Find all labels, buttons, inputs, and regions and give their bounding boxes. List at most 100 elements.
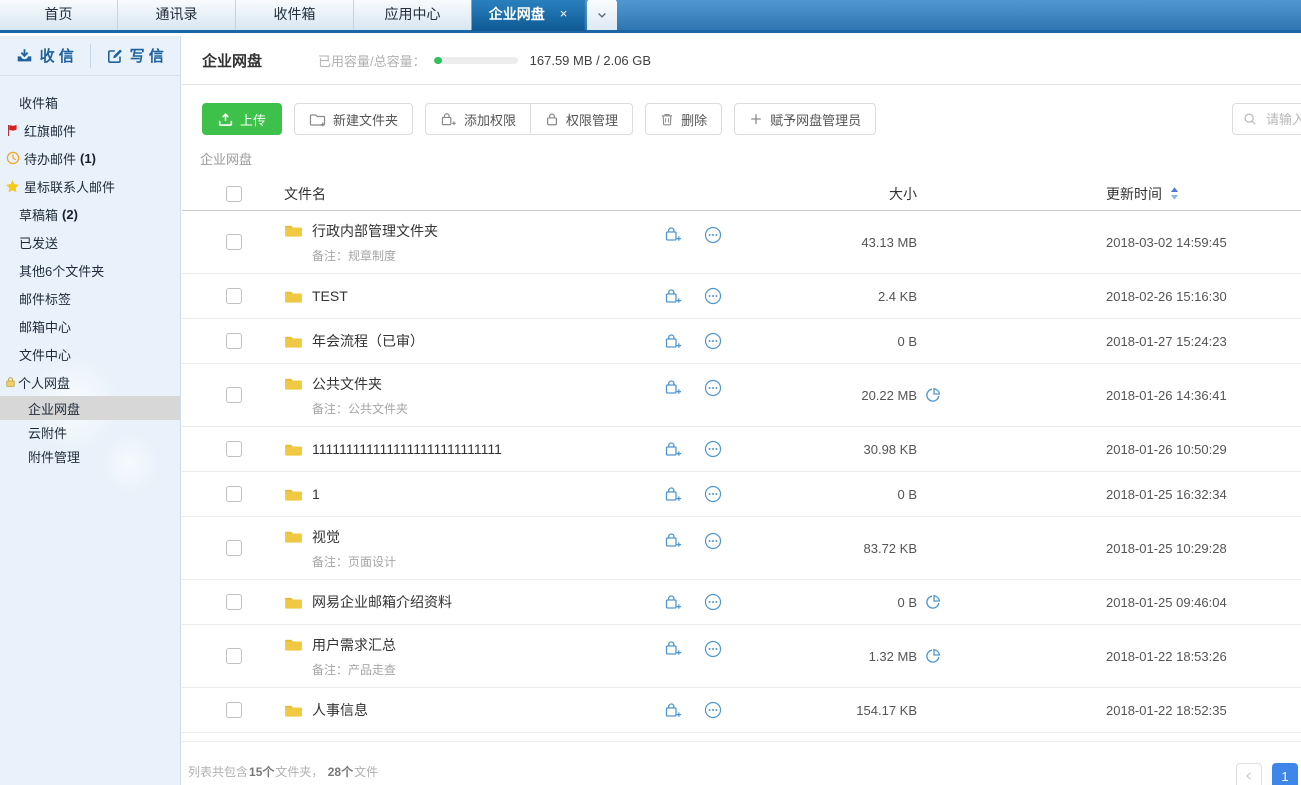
table-cell (182, 288, 284, 304)
more-icon[interactable] (704, 226, 722, 244)
tab-list-button[interactable] (587, 0, 617, 30)
column-name[interactable]: 文件名 (284, 184, 664, 204)
tab-close-icon[interactable]: × (560, 7, 568, 20)
sidebar-item[interactable]: 邮箱中心 (0, 312, 180, 340)
sidebar-item[interactable]: 企业网盘 (0, 396, 180, 420)
table-row[interactable]: 视觉备注：页面设计83.72 KB2018-01-25 10:29:28 (182, 517, 1301, 580)
lock-plus-blue-icon[interactable] (664, 333, 682, 350)
pie-icon[interactable] (925, 387, 941, 403)
lock-plus-blue-icon[interactable] (664, 288, 682, 305)
row-checkbox[interactable] (226, 234, 242, 250)
more-icon[interactable] (704, 379, 722, 397)
breadcrumb[interactable]: 企业网盘 (200, 149, 1301, 168)
more-icon[interactable] (704, 332, 722, 350)
table-cell: 1 (284, 486, 664, 502)
column-size[interactable]: 大小 (744, 184, 917, 204)
more-icon[interactable] (704, 593, 722, 611)
add-permission-button[interactable]: 添加权限 (425, 103, 530, 135)
more-icon[interactable] (704, 287, 722, 305)
file-name[interactable]: 1111111111111111111111111111 (312, 441, 502, 457)
table-row[interactable]: 111111111111111111111111111130.98 KB2018… (182, 427, 1301, 472)
delete-button[interactable]: 删除 (645, 103, 722, 135)
sidebar-item[interactable]: 附件管理 (0, 444, 180, 468)
receive-mail-button[interactable]: 收 信 (0, 36, 90, 75)
row-checkbox[interactable] (226, 486, 242, 502)
lock-plus-blue-icon[interactable] (664, 486, 682, 503)
sidebar-item[interactable]: 个人网盘 (0, 368, 180, 396)
table-row[interactable]: 10 B2018-01-25 16:32:34 (182, 472, 1301, 517)
row-checkbox[interactable] (226, 288, 242, 304)
file-name[interactable]: 公共文件夹 (312, 374, 382, 394)
file-name[interactable]: 年会流程（已审） (312, 331, 424, 351)
row-checkbox[interactable] (226, 702, 242, 718)
sidebar-item[interactable]: 邮件标签 (0, 284, 180, 312)
row-checkbox[interactable] (226, 333, 242, 349)
table-row[interactable]: 年会流程（已审）0 B2018-01-27 15:24:23 (182, 319, 1301, 364)
table-row[interactable]: 行政内部管理文件夹备注：规章制度43.13 MB2018-03-02 14:59… (182, 211, 1301, 274)
tab-active[interactable]: 企业网盘× (472, 0, 584, 30)
lock-plus-blue-icon[interactable] (664, 594, 682, 611)
lock-plus-blue-icon[interactable] (664, 702, 682, 719)
upload-button[interactable]: 上传 (202, 103, 282, 135)
row-checkbox[interactable] (226, 387, 242, 403)
sidebar-item[interactable]: 已发送 (0, 228, 180, 256)
more-icon[interactable] (704, 532, 722, 550)
prev-page-button[interactable] (1236, 763, 1262, 785)
lock-plus-blue-icon[interactable] (664, 532, 682, 549)
page-1-button[interactable]: 1 (1272, 763, 1298, 785)
sort-icon[interactable] (1169, 186, 1180, 201)
pie-icon[interactable] (925, 594, 941, 610)
row-checkbox[interactable] (226, 441, 242, 457)
table-row[interactable]: TEST2.4 KB2018-02-26 15:16:30 (182, 274, 1301, 319)
row-checkbox[interactable] (226, 594, 242, 610)
sidebar-item[interactable]: 星标联系人邮件 (0, 172, 180, 200)
tab[interactable]: 通讯录 (118, 0, 236, 30)
row-checkbox[interactable] (226, 648, 242, 664)
row-checkbox[interactable] (226, 540, 242, 556)
table-cell: 2018-01-26 10:50:29 (947, 442, 1301, 457)
search-input[interactable] (1264, 111, 1301, 128)
file-name[interactable]: 视觉 (312, 527, 340, 547)
sidebar-item[interactable]: 云附件 (0, 420, 180, 444)
sidebar-item[interactable]: 文件中心 (0, 340, 180, 368)
tab[interactable]: 收件箱 (236, 0, 354, 30)
file-name[interactable]: 1 (312, 486, 320, 502)
column-time[interactable]: 更新时间 (947, 184, 1301, 204)
file-name[interactable]: 人事信息 (312, 700, 368, 720)
sidebar-item[interactable]: 其他6个文件夹 (0, 256, 180, 284)
manage-permission-button[interactable]: 权限管理 (530, 103, 633, 135)
table-row[interactable]: 网易企业邮箱介绍资料0 B2018-01-25 09:46:04 (182, 580, 1301, 625)
page-title: 企业网盘 (202, 50, 262, 71)
sidebar-item[interactable]: 草稿箱(2) (0, 200, 180, 228)
more-icon[interactable] (704, 440, 722, 458)
pie-icon[interactable] (925, 648, 941, 664)
table-row[interactable]: 人事信息154.17 KB2018-01-22 18:52:35 (182, 688, 1301, 733)
table-row[interactable]: 公共文件夹备注：公共文件夹20.22 MB2018-01-26 14:36:41 (182, 364, 1301, 427)
folder-icon (284, 442, 303, 457)
file-remark: 备注：产品走查 (312, 661, 664, 678)
table-cell (664, 517, 704, 549)
compose-mail-button[interactable]: 写 信 (91, 36, 181, 75)
sidebar-item[interactable]: 待办邮件(1) (0, 144, 180, 172)
file-name[interactable]: TEST (312, 288, 348, 304)
file-name[interactable]: 网易企业邮箱介绍资料 (312, 592, 452, 612)
file-name[interactable]: 用户需求汇总 (312, 635, 396, 655)
more-icon[interactable] (704, 640, 722, 658)
grant-admin-button[interactable]: 赋予网盘管理员 (734, 103, 876, 135)
new-folder-button[interactable]: 新建文件夹 (294, 103, 413, 135)
lock-plus-blue-icon[interactable] (664, 640, 682, 657)
file-name[interactable]: 行政内部管理文件夹 (312, 221, 438, 241)
lock-plus-blue-icon[interactable] (664, 441, 682, 458)
search-box (1232, 103, 1301, 135)
table-row[interactable]: 用户需求汇总备注：产品走查1.32 MB2018-01-22 18:53:26 (182, 625, 1301, 688)
tab[interactable]: 应用中心 (354, 0, 472, 30)
lock-plus-blue-icon[interactable] (664, 226, 682, 243)
select-all-checkbox[interactable] (226, 186, 242, 202)
sidebar-item-label: 红旗邮件 (24, 121, 76, 140)
more-icon[interactable] (704, 485, 722, 503)
tab[interactable]: 首页 (0, 0, 118, 30)
lock-plus-blue-icon[interactable] (664, 379, 682, 396)
sidebar-item[interactable]: 红旗邮件 (0, 116, 180, 144)
more-icon[interactable] (704, 701, 722, 719)
sidebar-item[interactable]: 收件箱 (0, 88, 180, 116)
